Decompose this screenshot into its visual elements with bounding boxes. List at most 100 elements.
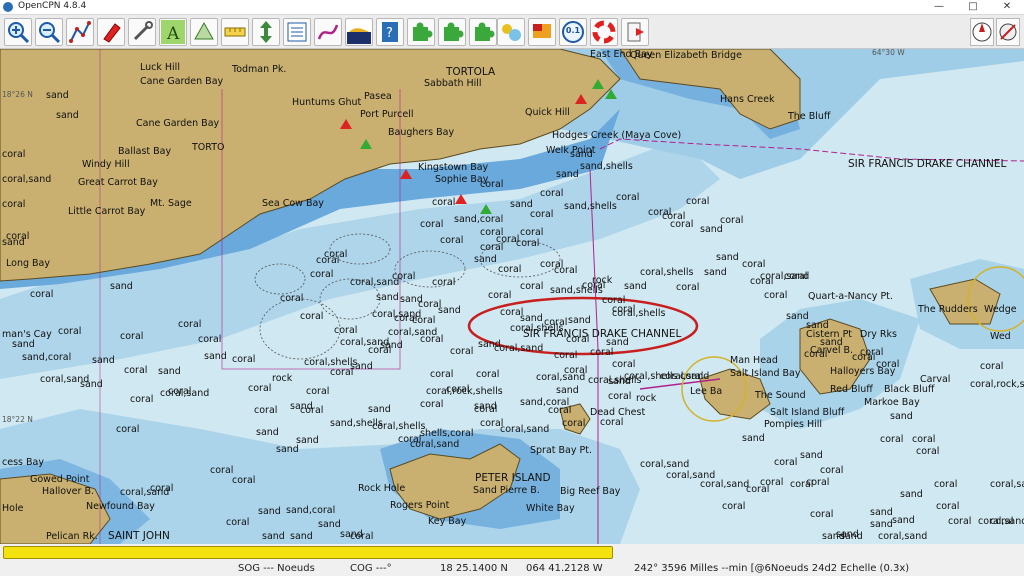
close-button[interactable]: ✕ (990, 0, 1024, 14)
plugin-button-3[interactable] (469, 18, 497, 46)
seabed-label: sand,coral (454, 214, 504, 225)
measure-button[interactable] (221, 18, 249, 46)
place-label: Salt Island Bay (730, 368, 801, 379)
seabed-label: coral (934, 479, 958, 490)
place-label: Key Bay (428, 516, 467, 527)
place-label: Port Purcell (360, 109, 414, 120)
place-label: Lee Ba (690, 386, 723, 397)
text-a-icon: A (161, 20, 185, 44)
place-label: Wed (990, 331, 1011, 342)
plugin-button-4[interactable] (497, 18, 525, 46)
compass-control[interactable] (970, 18, 994, 46)
plugin-button-5[interactable] (528, 18, 556, 46)
seabed-label: sand (520, 313, 543, 324)
seabed-label: coral,sand (410, 439, 460, 450)
seabed-label: coral (310, 269, 334, 280)
track-button[interactable] (314, 18, 342, 46)
plugin-button-2[interactable] (438, 18, 466, 46)
seabed-label: sand (568, 315, 591, 326)
plugin-button-1[interactable] (407, 18, 435, 46)
seabed-label: coral (130, 394, 154, 405)
seabed-label: coral (548, 405, 572, 416)
seabed-label: coral (948, 516, 972, 527)
route-manager-button[interactable] (283, 18, 311, 46)
lifebuoy-icon (592, 20, 616, 44)
seabed-label: coral (248, 383, 272, 394)
place-label: Mt. Sage (150, 198, 192, 209)
seabed-label: coral,sand (666, 470, 716, 481)
place-label: Pasea (364, 91, 392, 102)
place-label: Pompies Hill (764, 419, 823, 430)
gps-status-control[interactable] (996, 18, 1020, 46)
help-button[interactable]: ? (376, 18, 404, 46)
seabed-label: coral,sand (990, 479, 1024, 490)
minimize-button[interactable]: — (922, 0, 956, 14)
place-label: Man Head (730, 355, 778, 366)
place-label: Salt Island Bluff (770, 407, 845, 418)
place-label: SIR FRANCIS DRAKE CHANNEL (848, 158, 1007, 170)
scale-button[interactable] (252, 18, 280, 46)
seabed-label: coral (150, 483, 174, 494)
seabed-label: coral (540, 188, 564, 199)
auto-follow-button[interactable] (97, 18, 125, 46)
seabed-label: coral (530, 209, 554, 220)
chart-canvas[interactable]: Luck Hill Todman Pk. TORTOLA Sabbath Hill Pa… (0, 49, 1024, 544)
place-label: Rogers Point (390, 500, 450, 511)
seabed-label: coral,sand (878, 531, 928, 542)
seabed-label: coral,sand (160, 388, 210, 399)
seabed-label: coral (686, 196, 710, 207)
seabed-label: coral (2, 199, 26, 210)
seabed-label: sand (510, 199, 533, 210)
seabed-label: coral (790, 479, 814, 490)
seabed-label: coral (980, 361, 1004, 372)
seabed-label: sand,shells (564, 201, 617, 212)
latitude-lower: 18°22 N (2, 415, 33, 424)
seabed-label: sand (12, 339, 35, 350)
seabed-label: sand (350, 361, 373, 372)
seabed-label: sand (716, 252, 739, 263)
place-label: Cane Garden Bay (140, 76, 224, 87)
exit-door-icon (627, 22, 644, 42)
seabed-label: coral (746, 484, 770, 495)
seabed-label: sand (606, 337, 629, 348)
place-label: White Bay (526, 503, 575, 514)
seabed-label: sand (556, 385, 579, 396)
maximize-button[interactable]: □ (956, 0, 990, 14)
mob-button[interactable] (590, 18, 618, 46)
seabed-label: coral (120, 331, 144, 342)
longitude-top: 64°30 W (872, 49, 905, 57)
seabed-label: coral (116, 424, 140, 435)
seabed-label: sand (110, 281, 133, 292)
place-label: Newfound Bay (86, 501, 155, 512)
place-label: Little Carrot Bay (68, 206, 146, 217)
color-scheme-button[interactable] (345, 18, 373, 46)
seabed-label: sand (258, 506, 281, 517)
exit-button[interactable] (621, 18, 649, 46)
compass-icon (972, 22, 992, 42)
seabed-label: sand (570, 149, 593, 160)
route-button[interactable] (66, 18, 94, 46)
svg-text:A: A (166, 24, 180, 44)
text-button[interactable]: A (159, 18, 187, 46)
seabed-label: coral,shells (588, 375, 642, 386)
seabed-label: coral (742, 259, 766, 270)
settings-button[interactable] (128, 18, 156, 46)
seabed-label: coral (564, 365, 588, 376)
seabed-label: sand (800, 450, 823, 461)
current-button[interactable] (190, 18, 218, 46)
track-icon (317, 24, 339, 40)
seabed-label: coral (30, 289, 54, 300)
place-label: Pelican Rk. (46, 531, 98, 542)
zoom-level-button[interactable]: 0.1 (559, 18, 587, 46)
gps-status-icon (999, 23, 1017, 41)
puzzle-piece-icon (475, 22, 495, 41)
seabed-label: coral (608, 391, 632, 402)
seabed-label: coral (810, 509, 834, 520)
zoom-in-button[interactable] (4, 18, 32, 46)
seabed-label: coral (420, 219, 444, 230)
seabed-label: sand (820, 337, 843, 348)
zoom-out-button[interactable] (35, 18, 63, 46)
seabed-label: coral (432, 197, 456, 208)
place-label: Huntums Ghut (292, 97, 362, 108)
seabed-label: coral (350, 531, 374, 542)
